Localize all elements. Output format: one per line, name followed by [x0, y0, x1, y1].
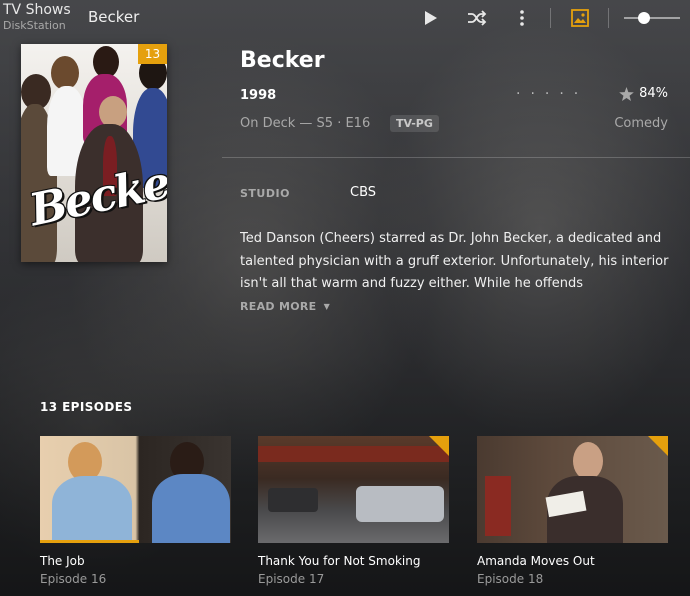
unwatched-indicator	[648, 436, 668, 456]
episode-number: Episode 16	[40, 572, 107, 586]
episodes-heading: 13 EPISODES	[40, 400, 133, 414]
episode-title[interactable]: The Job	[40, 554, 231, 568]
header-divider	[550, 8, 551, 28]
episode-card[interactable]: Thank You for Not Smoking Episode 17	[258, 436, 449, 586]
show-detail-page: TV Shows DiskStation Becker Becker 13 Be…	[0, 0, 690, 596]
header-divider	[608, 8, 609, 28]
episode-title[interactable]: Thank You for Not Smoking	[258, 554, 449, 568]
server-name: DiskStation	[3, 19, 66, 32]
show-title: Becker	[240, 48, 325, 73]
critic-rating-value: 84%	[639, 86, 668, 101]
shuffle-icon[interactable]	[466, 8, 488, 28]
episode-card[interactable]: Amanda Moves Out Episode 18	[477, 436, 668, 586]
studio-value[interactable]: CBS	[350, 185, 376, 200]
episode-thumbnail[interactable]	[477, 436, 668, 543]
read-more-label: READ MORE	[240, 300, 317, 313]
on-deck-label[interactable]: On Deck — S5 · E16	[240, 116, 370, 131]
episode-number: Episode 17	[258, 572, 325, 586]
caret-down-icon: ▼	[323, 302, 331, 311]
read-more-button[interactable]: READ MORE ▼	[240, 300, 330, 313]
critic-rating: 84%	[619, 86, 668, 101]
episode-thumbnail[interactable]	[258, 436, 449, 543]
poster-size-slider[interactable]	[624, 12, 680, 24]
show-summary: Ted Danson (Cheers) starred as Dr. John …	[240, 231, 669, 291]
details-divider	[222, 157, 690, 158]
watch-progress-bar	[40, 540, 140, 543]
unwatched-count-badge: 13	[138, 44, 167, 64]
library-title[interactable]: TV Shows	[3, 2, 71, 19]
unwatched-indicator	[429, 436, 449, 456]
episode-thumbnail[interactable]	[40, 436, 231, 543]
content-rating-badge: TV-PG	[390, 115, 439, 132]
slider-knob[interactable]	[638, 12, 650, 24]
more-icon[interactable]	[514, 8, 530, 28]
episode-number: Episode 18	[477, 572, 544, 586]
studio-label: STUDIO	[240, 187, 290, 200]
user-rating-stars[interactable]: ·····	[516, 86, 588, 102]
show-year: 1998	[240, 88, 277, 103]
episode-title[interactable]: Amanda Moves Out	[477, 554, 668, 568]
episode-card[interactable]: The Job Episode 16	[40, 436, 231, 586]
play-icon[interactable]	[421, 8, 441, 28]
show-name: Becker	[88, 8, 140, 26]
star-icon	[619, 86, 634, 101]
show-poster[interactable]: Becker	[21, 44, 167, 262]
art-icon[interactable]	[570, 8, 590, 28]
library-breadcrumb[interactable]: TV Shows DiskStation	[3, 2, 71, 33]
genre-label[interactable]: Comedy	[614, 116, 668, 131]
